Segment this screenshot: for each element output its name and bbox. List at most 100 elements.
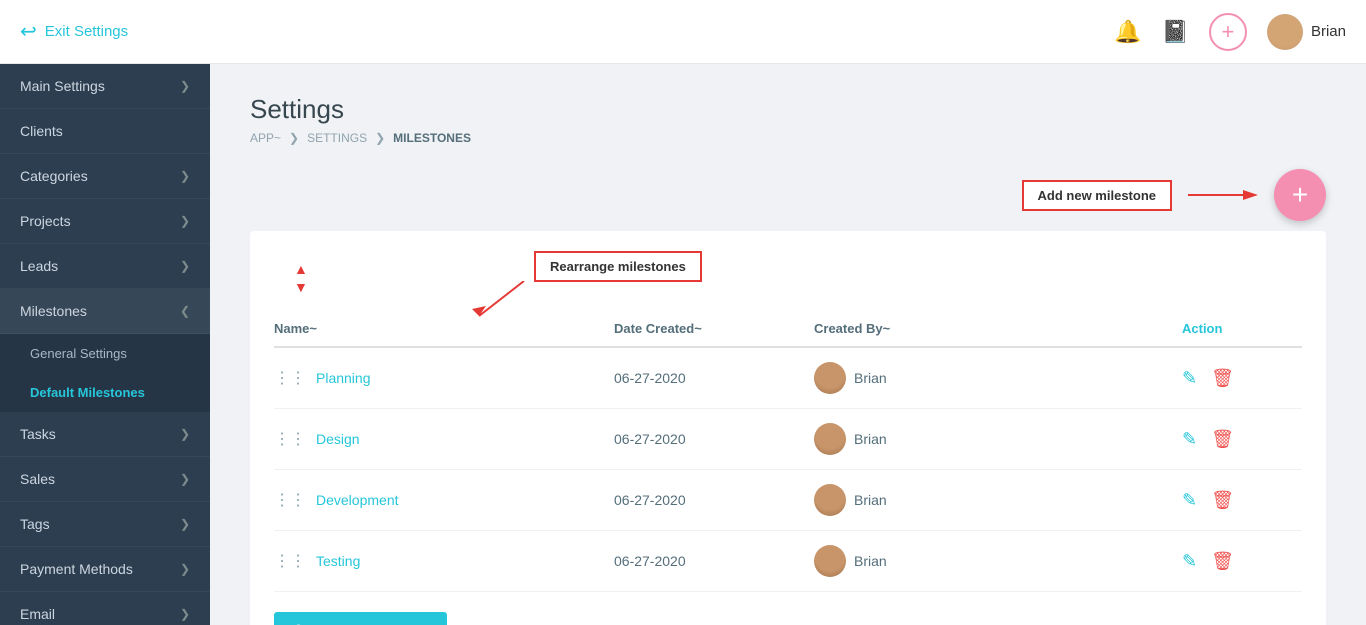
breadcrumb-app: APP~ — [250, 131, 281, 145]
creator-cell: Brian — [814, 484, 1182, 516]
drag-handle-icon[interactable]: ⋮⋮ — [274, 429, 306, 449]
name-cell: ⋮⋮ Development — [274, 490, 614, 510]
date-cell: 06-27-2020 — [614, 492, 814, 508]
chevron-right-icon: ❯ — [180, 607, 190, 621]
name-cell: ⋮⋮ Testing — [274, 551, 614, 571]
plus-icon: + — [1292, 179, 1308, 211]
topbar-right: 🔔 📓 + Brian — [1114, 13, 1346, 51]
action-cell: ✎ 🗑 — [1182, 490, 1302, 511]
creator-name: Brian — [854, 492, 887, 508]
creator-cell: Brian — [814, 423, 1182, 455]
edit-button[interactable]: ✎ — [1182, 490, 1197, 511]
edit-button[interactable]: ✎ — [1182, 429, 1197, 450]
chevron-right-icon: ❯ — [180, 562, 190, 576]
rearrange-arrow — [464, 281, 544, 321]
notification-icon[interactable]: 🔔 — [1114, 19, 1141, 45]
add-milestone-label: Add new milestone — [1038, 188, 1156, 203]
sidebar-item-sales[interactable]: Sales ❯ — [0, 457, 210, 502]
milestone-name[interactable]: Planning — [316, 370, 371, 386]
topbar-left: ↩ Exit Settings — [20, 19, 128, 44]
table-header: Name~ Date Created~ Created By~ Action — [274, 311, 1302, 348]
chevron-right-icon: ❯ — [180, 427, 190, 441]
sidebar-item-categories[interactable]: Categories ❯ — [0, 154, 210, 199]
sidebar-item-general-settings[interactable]: General Settings — [0, 334, 210, 373]
rearrange-annotation-area: Rearrange milestones ▲ ▼ — [274, 251, 1302, 311]
add-milestone-label-box: Add new milestone — [1022, 180, 1172, 211]
drag-handle-icon[interactable]: ⋮⋮ — [274, 551, 306, 571]
sidebar-label: Tags — [20, 516, 50, 532]
sidebar-item-default-milestones[interactable]: Default Milestones — [0, 373, 210, 412]
sidebar-item-payment-methods[interactable]: Payment Methods ❯ — [0, 547, 210, 592]
exit-settings-button[interactable]: ↩ Exit Settings — [20, 19, 128, 44]
sidebar-label: Payment Methods — [20, 561, 133, 577]
avatar-face — [1267, 14, 1303, 50]
drag-handle-icon[interactable]: ⋮⋮ — [274, 368, 306, 388]
exit-icon: ↩ — [20, 19, 37, 44]
topbar-add-button[interactable]: + — [1209, 13, 1247, 51]
header-row: Add new milestone + — [250, 169, 1326, 221]
name-cell: ⋮⋮ Design — [274, 429, 614, 449]
sidebar-label: Main Settings — [20, 78, 105, 94]
breadcrumb-settings: SETTINGS — [307, 131, 367, 145]
sidebar-item-main-settings[interactable]: Main Settings ❯ — [0, 64, 210, 109]
sidebar-item-leads[interactable]: Leads ❯ — [0, 244, 210, 289]
main-layout: Main Settings ❯ Clients Categories ❯ Pro… — [0, 64, 1366, 625]
milestone-name[interactable]: Testing — [316, 553, 360, 569]
drag-direction-arrows: ▲ ▼ — [294, 261, 308, 295]
name-cell: ⋮⋮ Planning — [274, 368, 614, 388]
add-milestone-button[interactable]: + — [1274, 169, 1326, 221]
creator-cell: Brian — [814, 545, 1182, 577]
sidebar-label: Clients — [20, 123, 63, 139]
sidebar-milestones-submenu: General Settings Default Milestones — [0, 334, 210, 412]
edit-button[interactable]: ✎ — [1182, 368, 1197, 389]
sidebar-item-tags[interactable]: Tags ❯ — [0, 502, 210, 547]
sidebar-sub-label: Default Milestones — [30, 385, 145, 400]
table-row: ⋮⋮ Planning 06-27-2020 Brian ✎ 🗑 — [274, 348, 1302, 409]
creator-avatar — [814, 545, 846, 577]
col-creator: Created By~ — [814, 321, 1182, 336]
book-icon[interactable]: 📓 — [1162, 19, 1189, 45]
page-title: Settings — [250, 94, 1326, 125]
delete-button[interactable]: 🗑 — [1211, 490, 1234, 511]
breadcrumb-sep-1: ❯ — [289, 131, 299, 145]
chevron-down-icon: ❮ — [180, 304, 190, 318]
table-row: ⋮⋮ Development 06-27-2020 Brian ✎ 🗑 — [274, 470, 1302, 531]
date-cell: 06-27-2020 — [614, 431, 814, 447]
sidebar-label: Leads — [20, 258, 58, 274]
delete-button[interactable]: 🗑 — [1211, 551, 1234, 572]
delete-button[interactable]: 🗑 — [1211, 429, 1234, 450]
help-documentation-button[interactable]: ⓘ Help Documentation — [274, 612, 447, 625]
breadcrumb-milestones: MILESTONES — [393, 131, 471, 145]
action-cell: ✎ 🗑 — [1182, 551, 1302, 572]
sidebar-label: Categories — [20, 168, 88, 184]
milestone-name[interactable]: Design — [316, 431, 360, 447]
drag-handle-icon[interactable]: ⋮⋮ — [274, 490, 306, 510]
chevron-right-icon: ❯ — [180, 259, 190, 273]
user-name: Brian — [1311, 23, 1346, 40]
creator-name: Brian — [854, 553, 887, 569]
sidebar-label: Tasks — [20, 426, 56, 442]
breadcrumb-sep-2: ❯ — [375, 131, 385, 145]
sidebar-item-tasks[interactable]: Tasks ❯ — [0, 412, 210, 457]
creator-avatar — [814, 423, 846, 455]
main-content: Settings APP~ ❯ SETTINGS ❯ MILESTONES Ad… — [210, 64, 1366, 625]
sidebar-label: Milestones — [20, 303, 87, 319]
sidebar-item-milestones[interactable]: Milestones ❮ — [0, 289, 210, 334]
chevron-right-icon: ❯ — [180, 517, 190, 531]
col-action: Action — [1182, 321, 1302, 336]
sidebar-item-projects[interactable]: Projects ❯ — [0, 199, 210, 244]
edit-button[interactable]: ✎ — [1182, 551, 1197, 572]
info-icon: ⓘ — [292, 621, 305, 625]
date-cell: 06-27-2020 — [614, 553, 814, 569]
sidebar: Main Settings ❯ Clients Categories ❯ Pro… — [0, 64, 210, 625]
col-name: Name~ — [274, 321, 614, 336]
creator-name: Brian — [854, 370, 887, 386]
delete-button[interactable]: 🗑 — [1211, 368, 1234, 389]
chevron-right-icon: ❯ — [180, 214, 190, 228]
sidebar-item-email[interactable]: Email ❯ — [0, 592, 210, 625]
milestone-name[interactable]: Development — [316, 492, 399, 508]
user-avatar[interactable]: Brian — [1267, 14, 1346, 50]
milestones-table: Rearrange milestones ▲ ▼ Name~ Date — [250, 231, 1326, 625]
col-date: Date Created~ — [614, 321, 814, 336]
sidebar-item-clients[interactable]: Clients — [0, 109, 210, 154]
